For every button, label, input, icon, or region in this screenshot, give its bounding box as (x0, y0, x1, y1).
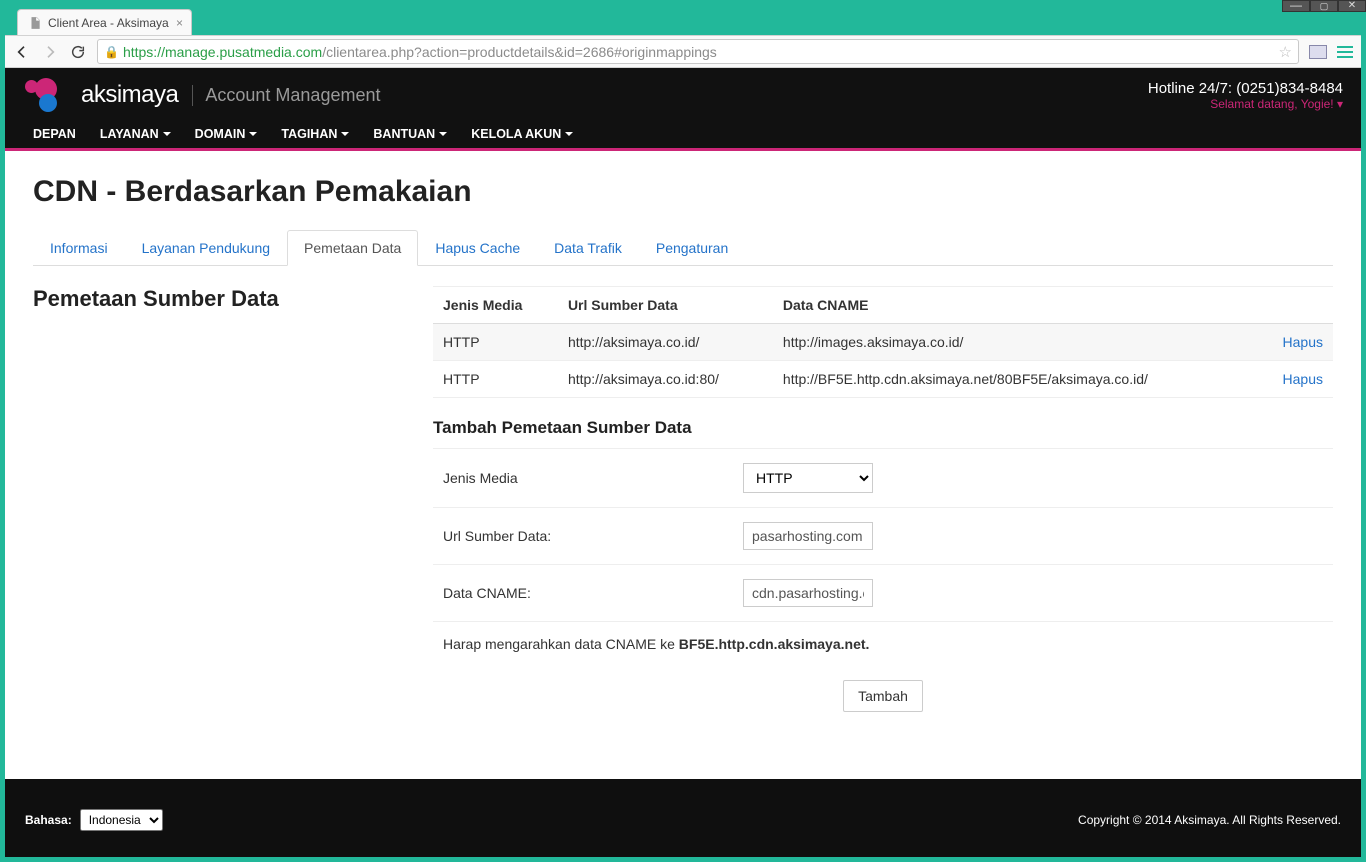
caret-down-icon (565, 132, 573, 136)
maximize-button[interactable]: ▢ (1310, 0, 1338, 12)
extension-icon[interactable] (1309, 45, 1327, 59)
url-path: /clientarea.php?action=productdetails&id… (322, 44, 717, 60)
cell-url: http://aksimaya.co.id/ (558, 324, 773, 361)
brand-subtitle: Account Management (192, 85, 380, 106)
caret-down-icon (341, 132, 349, 136)
field-media-label: Jenis Media (433, 449, 733, 508)
field-url-label: Url Sumber Data: (433, 508, 733, 565)
tab-data-trafik[interactable]: Data Trafik (537, 230, 639, 266)
cell-url: http://aksimaya.co.id:80/ (558, 361, 773, 398)
delete-link[interactable]: Hapus (1283, 334, 1323, 350)
bookmark-star-icon[interactable]: ☆ (1279, 43, 1292, 61)
header-right: Hotline 24/7: (0251)834-8484 Selamat dat… (1148, 80, 1343, 111)
main-nav: DEPANLAYANAN DOMAIN TAGIHAN BANTUAN KELO… (5, 120, 1361, 151)
tab-pemetaan-data[interactable]: Pemetaan Data (287, 230, 418, 266)
submit-button[interactable]: Tambah (843, 680, 923, 712)
table-row: HTTPhttp://aksimaya.co.id/http://images.… (433, 324, 1333, 361)
forward-button[interactable] (41, 43, 59, 61)
field-cname-label: Data CNAME: (433, 565, 733, 622)
tab-hapus-cache[interactable]: Hapus Cache (418, 230, 537, 266)
caret-down-icon (439, 132, 447, 136)
site-footer: Bahasa: Indonesia Copyright © 2014 Aksim… (5, 779, 1361, 857)
form-title: Tambah Pemetaan Sumber Data (433, 418, 1333, 438)
content-tabs: InformasiLayanan PendukungPemetaan DataH… (33, 229, 1333, 266)
nav-domain[interactable]: DOMAIN (183, 120, 270, 148)
nav-kelola akun[interactable]: KELOLA AKUN (459, 120, 585, 148)
close-window-button[interactable]: ✕ (1338, 0, 1366, 12)
browser-tabstrip: Client Area - Aksimaya × (5, 5, 1361, 35)
col-header (1257, 287, 1333, 324)
table-row: HTTPhttp://aksimaya.co.id:80/http://BF5E… (433, 361, 1333, 398)
tab-title: Client Area - Aksimaya (48, 16, 169, 30)
browser-window: Client Area - Aksimaya × 🔒 https://manag… (5, 5, 1361, 857)
logo-area: aksimaya Account Management (23, 78, 380, 112)
col-header: Data CNAME (773, 287, 1257, 324)
lang-label: Bahasa: (25, 813, 72, 827)
page-icon (28, 16, 42, 30)
os-window-controls: — ▢ ✕ (1282, 0, 1366, 12)
nav-bantuan[interactable]: BANTUAN (361, 120, 459, 148)
back-button[interactable] (13, 43, 31, 61)
welcome-user[interactable]: Selamat datang, Yogie! ▾ (1148, 97, 1343, 111)
copyright: Copyright © 2014 Aksimaya. All Rights Re… (1078, 813, 1341, 827)
media-select[interactable]: HTTP (743, 463, 873, 493)
cname-input[interactable] (743, 579, 873, 607)
mapping-table: Jenis MediaUrl Sumber DataData CNAME HTT… (433, 286, 1333, 398)
browser-toolbar: 🔒 https://manage.pusatmedia.com/clientar… (5, 35, 1361, 68)
cell-cname: http://images.aksimaya.co.id/ (773, 324, 1257, 361)
cname-instruction: Harap mengarahkan data CNAME ke BF5E.htt… (433, 621, 1333, 660)
col-header: Url Sumber Data (558, 287, 773, 324)
language-select[interactable]: Indonesia (80, 809, 163, 831)
browser-tab[interactable]: Client Area - Aksimaya × (17, 9, 192, 35)
nav-tagihan[interactable]: TAGIHAN (269, 120, 361, 148)
mapping-form: Jenis Media HTTP Url Sumber Data: Data C… (433, 448, 1333, 621)
lock-icon: 🔒 (104, 45, 119, 59)
content-area: CDN - Berdasarkan Pemakaian InformasiLay… (5, 151, 1361, 779)
address-bar[interactable]: 🔒 https://manage.pusatmedia.com/clientar… (97, 39, 1299, 64)
logo-icon (23, 78, 69, 112)
tab-layanan-pendukung[interactable]: Layanan Pendukung (125, 230, 287, 266)
nav-depan[interactable]: DEPAN (21, 120, 88, 148)
section-heading: Pemetaan Sumber Data (33, 286, 413, 312)
tab-pengaturan[interactable]: Pengaturan (639, 230, 745, 266)
cell-cname: http://BF5E.http.cdn.aksimaya.net/80BF5E… (773, 361, 1257, 398)
cell-media: HTTP (433, 324, 558, 361)
close-icon[interactable]: × (176, 16, 183, 30)
caret-down-icon (249, 132, 257, 136)
hotline-text: Hotline 24/7: (0251)834-8484 (1148, 80, 1343, 97)
page: aksimaya Account Management Hotline 24/7… (5, 68, 1361, 857)
brand-name: aksimaya (81, 81, 178, 109)
col-header: Jenis Media (433, 287, 558, 324)
caret-down-icon (163, 132, 171, 136)
delete-link[interactable]: Hapus (1283, 371, 1323, 387)
url-input[interactable] (743, 522, 873, 550)
browser-menu-icon[interactable] (1337, 46, 1353, 58)
nav-layanan[interactable]: LAYANAN (88, 120, 183, 148)
url-host: https://manage.pusatmedia.com (123, 44, 322, 60)
tab-informasi[interactable]: Informasi (33, 230, 125, 266)
reload-button[interactable] (69, 43, 87, 61)
cell-media: HTTP (433, 361, 558, 398)
site-header: aksimaya Account Management Hotline 24/7… (5, 68, 1361, 120)
page-title: CDN - Berdasarkan Pemakaian (33, 175, 1333, 209)
minimize-button[interactable]: — (1282, 0, 1310, 12)
